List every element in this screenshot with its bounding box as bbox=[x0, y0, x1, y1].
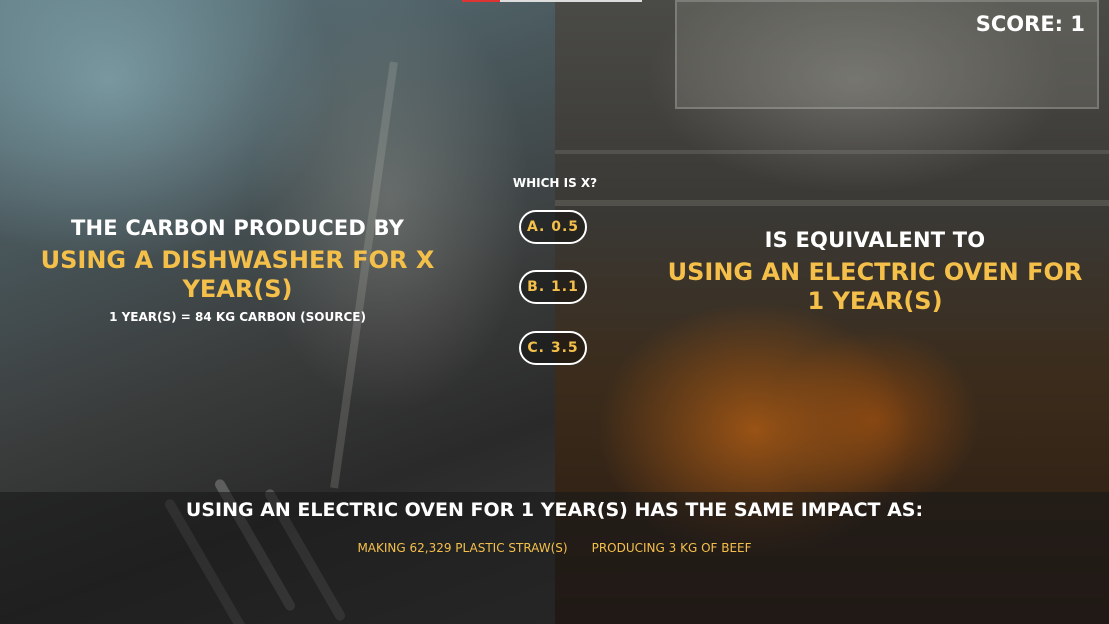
answer-button-a[interactable]: A. 0.5 bbox=[519, 210, 587, 244]
impact-item: MAKING 62,329 PLASTIC STRAW(S) bbox=[357, 541, 568, 555]
impact-list: MAKING 62,329 PLASTIC STRAW(S) PRODUCING… bbox=[0, 541, 1109, 555]
oven-rack-line bbox=[555, 200, 1109, 206]
right-prompt: IS EQUIVALENT TO USING AN ELECTRIC OVEN … bbox=[660, 228, 1090, 316]
source-link[interactable]: 1 YEAR(S) = 84 KG CARBON (SOURCE) bbox=[40, 310, 435, 324]
score-display: SCORE: 1 bbox=[975, 12, 1085, 36]
left-prompt: THE CARBON PRODUCED BY USING A DISHWASHE… bbox=[40, 216, 435, 324]
right-activity-text: USING AN ELECTRIC OVEN FOR 1 YEAR(S) bbox=[667, 258, 1083, 315]
impact-heading: USING AN ELECTRIC OVEN FOR 1 YEAR(S) HAS… bbox=[185, 499, 924, 521]
progress-strip-fill bbox=[462, 0, 500, 2]
left-lead-text: THE CARBON PRODUCED BY bbox=[71, 216, 404, 240]
question-label: WHICH IS X? bbox=[512, 176, 598, 190]
progress-strip bbox=[462, 0, 642, 2]
oven-rack-line bbox=[555, 150, 1109, 154]
impact-item: PRODUCING 3 KG OF BEEF bbox=[591, 541, 752, 555]
answer-button-b[interactable]: B. 1.1 bbox=[519, 270, 587, 304]
answer-button-c[interactable]: C. 3.5 bbox=[519, 331, 587, 365]
right-lead-text: IS EQUIVALENT TO bbox=[764, 228, 986, 252]
left-activity-text: USING A DISHWASHER FOR X YEAR(S) bbox=[40, 246, 435, 303]
